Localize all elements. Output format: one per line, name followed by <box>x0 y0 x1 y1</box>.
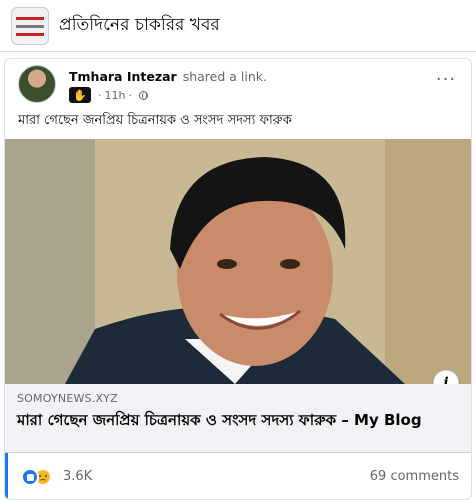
meta-separator: · <box>98 88 102 102</box>
group-name[interactable]: প্রতিদিনের চাকরির খবর <box>59 12 220 40</box>
more-options-icon[interactable]: ··· <box>434 71 458 93</box>
post-time[interactable]: 11h <box>105 89 126 102</box>
member-badge-icon: ✋ <box>69 87 91 103</box>
post-header: Tmhara Intezar shared a link. ✋ · 11h · … <box>18 65 458 107</box>
link-title[interactable]: মারা গেছেন জনপ্রিয় চিত্রনায়ক ও সংসদ সদ… <box>17 411 459 430</box>
author-name[interactable]: Tmhara Intezar <box>69 69 177 84</box>
comments-count[interactable]: 69 comments <box>370 469 459 484</box>
reaction-icons[interactable] <box>21 468 52 486</box>
link-preview-info[interactable]: SOMOYNEWS.XYZ মারা গেছেন জনপ্রিয় চিত্রন… <box>5 384 471 452</box>
post-action: shared a link. <box>182 69 267 84</box>
reaction-count[interactable]: 3.6K <box>63 469 92 484</box>
group-thumbnail[interactable] <box>11 6 49 45</box>
author-line: Tmhara Intezar shared a link. <box>69 69 267 84</box>
globe-icon <box>138 90 148 100</box>
post-text: মারা গেছেন জনপ্রিয় চিত্রনায়ক ও সংসদ সদ… <box>18 113 292 128</box>
link-preview-image[interactable] <box>5 139 471 384</box>
post-card: Tmhara Intezar shared a link. ✋ · 11h · … <box>4 58 472 500</box>
portrait-photo <box>5 139 471 384</box>
link-domain: SOMOYNEWS.XYZ <box>17 392 118 405</box>
meta-separator-2: · <box>128 88 132 102</box>
reactions-bar: 3.6K 69 comments <box>5 452 471 499</box>
avatar[interactable] <box>18 65 56 103</box>
post-meta: ✋ · 11h · <box>69 87 148 103</box>
like-reaction-icon <box>21 468 39 486</box>
group-header: প্রতিদিনের চাকরির খবর <box>0 0 476 52</box>
